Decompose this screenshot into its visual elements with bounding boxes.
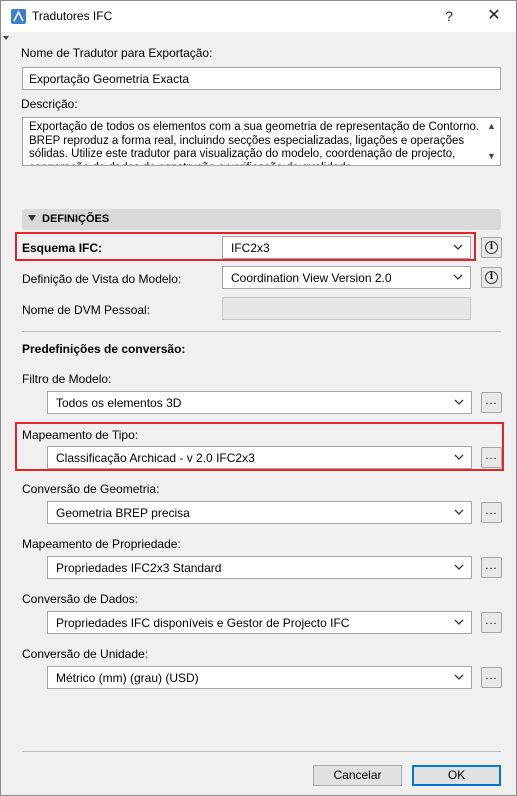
geometry-conversion-label: Conversão de Geometria: — [22, 482, 160, 496]
ifc-schema-highlight — [15, 232, 476, 261]
model-view-label: Definição de Vista do Modelo: — [22, 272, 182, 286]
unit-conversion-select[interactable]: Métrico (mm) (grau) (USD) — [47, 666, 472, 689]
data-conversion-select[interactable]: Propriedades IFC disponíveis e Gestor de… — [47, 611, 472, 634]
description-label: Descrição: — [21, 97, 78, 111]
presets-heading: Predefinições de conversão: — [22, 342, 186, 356]
title-bar: Tradutores IFC ? ✕ — [1, 1, 516, 32]
data-conversion-label: Conversão de Dados: — [22, 592, 139, 606]
chevron-down-icon — [452, 395, 466, 409]
model-filter-select[interactable]: Todos os elementos 3D — [47, 391, 472, 414]
ifc-translators-dialog: Tradutores IFC ? ✕ Nome de Tradutor para… — [0, 0, 517, 796]
scroll-down-icon[interactable]: ▼ — [487, 150, 496, 164]
translator-name-input[interactable]: Exportação Geometria Exacta — [22, 67, 501, 90]
description-scrollbar[interactable]: ▲ ▼ — [484, 118, 500, 165]
collapse-arrow-icon — [28, 215, 36, 221]
footer-divider — [22, 751, 501, 752]
settings-section-header[interactable]: DEFINIÇÕES — [22, 209, 501, 230]
data-conversion-value: Propriedades IFC disponíveis e Gestor de… — [56, 616, 350, 630]
model-filter-value: Todos os elementos 3D — [56, 396, 182, 410]
model-view-select[interactable]: Coordination View Version 2.0 — [222, 266, 471, 289]
chevron-down-icon — [452, 615, 466, 629]
help-button[interactable]: ? — [437, 5, 461, 27]
info-icon: i — [485, 241, 498, 254]
custom-mvd-label: Nome de DVM Pessoal: — [22, 303, 151, 317]
chevron-down-icon — [451, 270, 465, 284]
type-mapping-highlight — [15, 422, 504, 471]
translator-name-label: Nome de Tradutor para Exportação: — [21, 46, 213, 60]
model-filter-more-button[interactable]: ... — [481, 392, 502, 413]
data-conversion-more-button[interactable]: ... — [481, 612, 502, 633]
unit-conversion-more-button[interactable]: ... — [481, 667, 502, 688]
property-mapping-value: Propriedades IFC2x3 Standard — [56, 561, 222, 575]
model-view-value: Coordination View Version 2.0 — [231, 271, 392, 285]
model-view-info-button[interactable]: i — [481, 267, 502, 288]
resize-marker-icon — [3, 36, 9, 40]
custom-mvd-input — [222, 297, 471, 320]
archicad-logo-icon — [11, 9, 26, 24]
scroll-up-icon[interactable]: ▲ — [487, 120, 496, 134]
property-mapping-select[interactable]: Propriedades IFC2x3 Standard — [47, 556, 472, 579]
geometry-conversion-more-button[interactable]: ... — [481, 502, 502, 523]
model-filter-label: Filtro de Modelo: — [22, 372, 112, 386]
cancel-button[interactable]: Cancelar — [313, 765, 402, 786]
chevron-down-icon — [452, 505, 466, 519]
chevron-down-icon — [452, 560, 466, 574]
info-icon: i — [485, 271, 498, 284]
property-mapping-more-button[interactable]: ... — [481, 557, 502, 578]
chevron-down-icon — [452, 670, 466, 684]
geometry-conversion-select[interactable]: Geometria BREP precisa — [47, 501, 472, 524]
geometry-conversion-value: Geometria BREP precisa — [56, 506, 190, 520]
property-mapping-label: Mapeamento de Propriedade: — [22, 537, 181, 551]
ok-button[interactable]: OK — [412, 765, 501, 786]
unit-conversion-label: Conversão de Unidade: — [22, 647, 149, 661]
unit-conversion-value: Métrico (mm) (grau) (USD) — [56, 671, 199, 685]
window-title: Tradutores IFC — [32, 9, 113, 23]
settings-section-label: DEFINIÇÕES — [42, 213, 110, 225]
close-button[interactable]: ✕ — [482, 5, 506, 27]
description-textarea[interactable]: Exportação de todos os elementos com a s… — [22, 117, 501, 166]
description-text: Exportação de todos os elementos com a s… — [29, 121, 480, 165]
ifc-schema-info-button[interactable]: i — [481, 237, 502, 258]
divider — [22, 331, 501, 332]
